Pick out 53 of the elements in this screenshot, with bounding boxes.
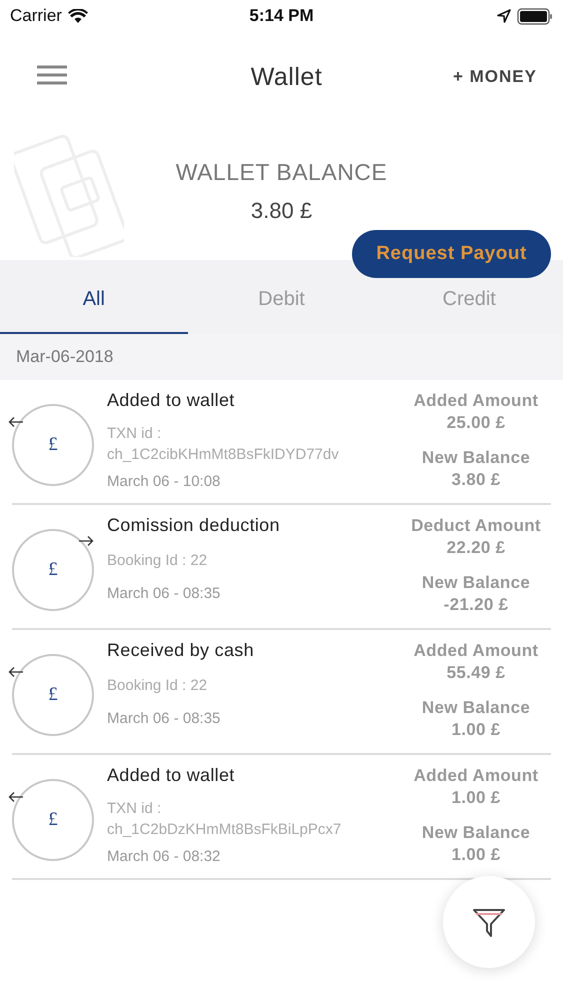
new-balance-label: New Balance (422, 447, 530, 469)
new-balance-label: New Balance (422, 697, 530, 719)
carrier-name: Carrier (10, 6, 62, 26)
transaction-reference: Booking Id : 22 (107, 551, 208, 571)
new-balance-label: New Balance (422, 572, 530, 594)
new-balance-value: 1.00 £ (451, 844, 501, 866)
amount-label: Deduct Amount (411, 515, 541, 537)
currency-icon: £ (12, 779, 94, 861)
amount-value: 22.20 £ (446, 537, 506, 559)
request-payout-button[interactable]: Request Payout (352, 230, 551, 278)
transaction-title: Received by cash (107, 640, 255, 661)
new-balance-value: 1.00 £ (451, 719, 501, 741)
screen-title: Wallet (250, 62, 322, 92)
transaction-reference: Booking Id : 22 (107, 676, 208, 696)
transaction-reference: TXN id : (107, 799, 162, 819)
amount-value: 25.00 £ (446, 412, 506, 434)
new-balance-value: -21.20 £ (444, 594, 508, 616)
date-header: Mar-06-2018 (0, 334, 563, 380)
transaction-reference: ch_1C2bDzKHmMt8BsFkBiLpPcx7 (107, 820, 342, 840)
new-balance-label: New Balance (422, 822, 530, 844)
currency-icon: £ (12, 404, 94, 486)
transaction-time: March 06 - 10:08 (107, 473, 222, 490)
arrow-left-icon (8, 666, 24, 678)
transaction-title: Added to wallet (107, 765, 236, 786)
add-money-button[interactable]: + MONEY (437, 63, 537, 91)
arrow-right-icon (78, 535, 94, 547)
battery-icon (517, 8, 553, 24)
transaction-time: March 06 - 08:35 (107, 585, 222, 602)
arrow-left-icon (8, 416, 24, 428)
filter-tab[interactable]: Debit (188, 280, 376, 334)
amount-label: Added Amount (414, 390, 538, 412)
currency-icon: £ (12, 529, 94, 611)
amount-value: 55.49 £ (446, 662, 506, 684)
new-balance-value: 3.80 £ (451, 469, 501, 491)
transaction-title: Comission deduction (107, 515, 281, 536)
filter-tab[interactable]: Credit (375, 280, 563, 334)
amount-label: Added Amount (414, 765, 538, 787)
amount-value: 1.00 £ (451, 787, 501, 809)
filter-icon (472, 907, 506, 937)
balance-amount: 3.80 £ (250, 198, 312, 224)
location-icon (497, 9, 511, 23)
menu-icon[interactable] (36, 64, 68, 86)
transaction-reference: ch_1C2cibKHmMt8BsFkIDYD77dv (107, 445, 340, 465)
transaction-reference: TXN id : (107, 424, 162, 444)
clock-time: 5:14 PM (249, 6, 314, 26)
transaction-time: March 06 - 08:35 (107, 710, 222, 727)
arrow-left-icon (8, 791, 24, 803)
wifi-icon (68, 8, 88, 24)
currency-icon: £ (12, 654, 94, 736)
balance-label: WALLET BALANCE (176, 159, 388, 186)
transaction-title: Added to wallet (107, 390, 236, 411)
amount-label: Added Amount (414, 640, 538, 662)
transaction-time: March 06 - 08:32 (107, 848, 222, 865)
